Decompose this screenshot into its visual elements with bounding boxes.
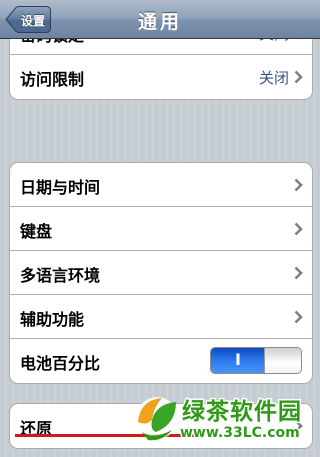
back-button[interactable]: 设置 <box>5 6 51 33</box>
restrictions-row[interactable]: 访问限制 关闭 <box>10 55 312 99</box>
chevron-right-icon <box>294 178 303 192</box>
toggle-on-label: I <box>235 350 241 369</box>
chevron-right-icon <box>294 222 303 236</box>
watermark-url: www.33LC.com <box>179 424 302 443</box>
restrictions-label: 访问限制 <box>20 70 85 89</box>
back-button-label: 设置 <box>20 14 45 28</box>
chevron-right-icon <box>294 70 303 84</box>
system-group: 日期与时间 键盘 多语言环境 辅助功能 电池百分比 I <box>9 162 313 384</box>
date-time-label: 日期与时间 <box>20 178 101 197</box>
international-label: 多语言环境 <box>20 266 101 285</box>
chevron-right-icon <box>294 310 303 324</box>
accessibility-label: 辅助功能 <box>20 310 85 329</box>
battery-percentage-row: 电池百分比 I <box>10 339 312 383</box>
keyboard-label: 键盘 <box>20 222 53 241</box>
battery-percentage-toggle[interactable]: I <box>210 347 302 374</box>
chevron-right-icon <box>294 266 303 280</box>
accessibility-row[interactable]: 辅助功能 <box>10 295 312 339</box>
battery-percentage-label: 电池百分比 <box>20 354 101 373</box>
toggle-on-track: I <box>211 348 265 373</box>
restrictions-value: 关闭 <box>258 69 289 87</box>
watermark: 绿茶软件园 www.33LC.com <box>132 388 318 454</box>
date-time-row[interactable]: 日期与时间 <box>10 163 312 207</box>
international-row[interactable]: 多语言环境 <box>10 251 312 295</box>
tea-leaf-logo-icon <box>136 397 178 441</box>
keyboard-row[interactable]: 键盘 <box>10 207 312 251</box>
toggle-knob[interactable] <box>264 348 301 373</box>
watermark-title: 绿茶软件园 <box>181 398 303 427</box>
